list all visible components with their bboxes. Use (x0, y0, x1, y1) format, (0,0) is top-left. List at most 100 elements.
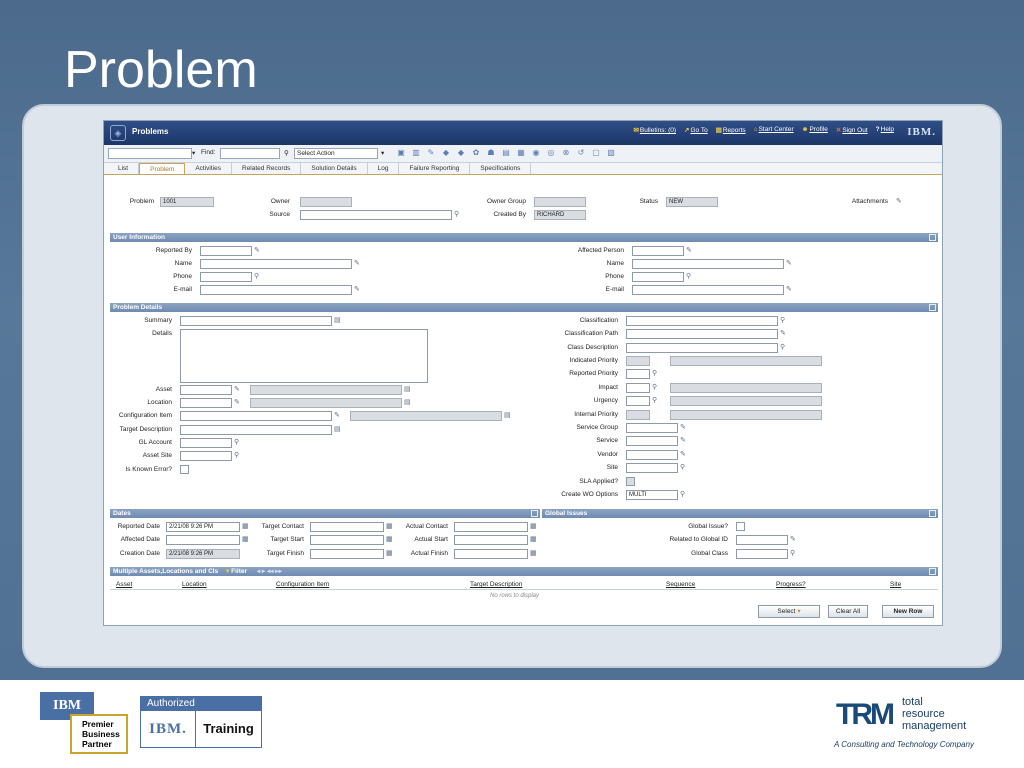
detail-icon[interactable]: ✎ (254, 246, 260, 256)
classification-field[interactable] (626, 316, 778, 326)
filter-icon[interactable]: ▾ (226, 568, 229, 575)
long-description-icon[interactable]: ▤ (404, 398, 411, 408)
urgency-field[interactable] (626, 396, 650, 406)
clear-all-button[interactable]: Clear All (828, 605, 868, 618)
search-icon[interactable]: ⚲ (234, 451, 239, 461)
search-icon[interactable]: ⚲ (780, 343, 785, 353)
user-info-section[interactable]: User Information (110, 233, 938, 242)
bulletin-icon[interactable]: ✎ (426, 148, 436, 158)
col-asset[interactable]: Asset (116, 581, 132, 588)
search-icon[interactable]: ⚲ (454, 210, 459, 220)
affected-person-field[interactable] (632, 246, 684, 256)
start-center-link[interactable]: ⌂Start Center (754, 126, 794, 134)
asset-site-field[interactable] (180, 451, 232, 461)
reported-priority-field[interactable] (626, 369, 650, 379)
create-wo-options-field[interactable]: MULTI (626, 490, 678, 500)
col-target-description[interactable]: Target Description (470, 581, 522, 588)
reports-link[interactable]: ▤Reports (716, 126, 746, 134)
actual-contact-field[interactable] (454, 522, 528, 532)
collapse-icon[interactable] (929, 304, 936, 311)
long-description-icon[interactable]: ▤ (334, 316, 341, 326)
dropdown-arrow-icon[interactable]: ▾ (192, 149, 195, 157)
paperclip-icon[interactable]: ✎ (896, 197, 902, 207)
problem-details-section[interactable]: Problem Details (110, 303, 938, 312)
gl-account-field[interactable] (180, 438, 232, 448)
actual-finish-field[interactable] (454, 549, 528, 559)
affected-email-field[interactable] (632, 285, 784, 295)
reporter-phone-field[interactable] (200, 272, 252, 282)
detail-icon[interactable]: ✎ (354, 259, 360, 269)
detail-icon[interactable]: ✎ (686, 246, 692, 256)
action-arrow-icon[interactable]: ▾ (381, 149, 384, 157)
tab-log[interactable]: Log (368, 163, 400, 174)
target-finish-field[interactable] (310, 549, 384, 559)
detail-icon[interactable]: ✎ (334, 411, 340, 421)
bulletins-link[interactable]: ✉Bulletins: (0) (633, 126, 676, 134)
tab-list[interactable]: List (108, 163, 140, 174)
save-icon[interactable]: ▥ (411, 148, 421, 158)
calendar-icon[interactable]: ▦ (530, 549, 537, 559)
service-group-field[interactable] (626, 423, 678, 433)
site-field[interactable] (626, 463, 678, 473)
class-description-field[interactable] (626, 343, 778, 353)
impact-field[interactable] (626, 383, 650, 393)
collapse-icon[interactable] (929, 234, 936, 241)
source-field[interactable] (300, 210, 452, 220)
sign-out-link[interactable]: ✕Sign Out (836, 126, 868, 134)
binoculars-icon[interactable]: ⚲ (284, 149, 289, 157)
select-button[interactable]: Select ▾ (758, 605, 820, 618)
goto-link[interactable]: ↗Go To (684, 126, 708, 134)
next-icon[interactable]: ◆ (456, 148, 466, 158)
detail-icon[interactable]: ✎ (790, 535, 796, 545)
tab-problem[interactable]: Problem (139, 163, 186, 174)
search-icon[interactable]: ⚲ (790, 549, 795, 559)
details-textarea[interactable] (180, 329, 428, 383)
detail-icon[interactable]: ✎ (680, 436, 686, 446)
table-nav-icons[interactable]: ◂ ▸ ◂◂ ▸▸ (257, 568, 282, 575)
tab-failure-reporting[interactable]: Failure Reporting (399, 163, 471, 174)
query-select[interactable] (108, 148, 192, 159)
detail-icon[interactable]: ✎ (786, 259, 792, 269)
reported-date-field[interactable]: 2/21/08 9:26 PM (166, 522, 240, 532)
collapse-icon[interactable] (929, 568, 936, 575)
new-row-button[interactable]: New Row (882, 605, 934, 618)
people-icon[interactable]: ☗ (486, 148, 496, 158)
owner-group-field[interactable] (534, 197, 586, 207)
previous-icon[interactable]: ◆ (441, 148, 451, 158)
col-progress[interactable]: Progress? (776, 581, 806, 588)
filter-link[interactable]: Filter (231, 568, 247, 575)
affected-phone-field[interactable] (632, 272, 684, 282)
help-link[interactable]: ?Help (876, 126, 894, 134)
search-icon[interactable]: ⚲ (652, 369, 657, 379)
owner-field[interactable] (300, 197, 352, 207)
reporter-name-field[interactable] (200, 259, 352, 269)
long-description-icon[interactable]: ▤ (334, 425, 341, 435)
affected-name-field[interactable] (632, 259, 784, 269)
tab-related-records[interactable]: Related Records (232, 163, 302, 174)
long-description-icon[interactable]: ▤ (504, 411, 511, 421)
summary-field[interactable] (180, 316, 332, 326)
collapse-icon[interactable] (531, 510, 538, 517)
select-action-dropdown[interactable]: Select Action (294, 148, 378, 159)
global-class-field[interactable] (736, 549, 788, 559)
tab-solution-details[interactable]: Solution Details (301, 163, 368, 174)
col-location[interactable]: Location (182, 581, 207, 588)
calendar-icon[interactable]: ▦ (530, 522, 537, 532)
col-configuration-item[interactable]: Configuration Item (276, 581, 329, 588)
search-icon[interactable]: ⚲ (254, 272, 259, 282)
target-description-field[interactable] (180, 425, 332, 435)
dates-section[interactable]: Dates (110, 509, 540, 518)
clipboard-icon[interactable]: ▤ (501, 148, 511, 158)
history-icon[interactable]: ↺ (576, 148, 586, 158)
print-icon[interactable]: ▦ (516, 148, 526, 158)
reported-by-field[interactable] (200, 246, 252, 256)
profile-link[interactable]: ☻Profile (802, 126, 828, 134)
classification-path-field[interactable] (626, 329, 778, 339)
known-error-checkbox[interactable] (180, 465, 189, 474)
reporter-email-field[interactable] (200, 285, 352, 295)
affected-date-field[interactable] (166, 535, 240, 545)
col-sequence[interactable]: Sequence (666, 581, 695, 588)
location-field[interactable] (180, 398, 232, 408)
report-icon[interactable]: ▢ (591, 148, 601, 158)
search-icon[interactable]: ⚲ (652, 383, 657, 393)
